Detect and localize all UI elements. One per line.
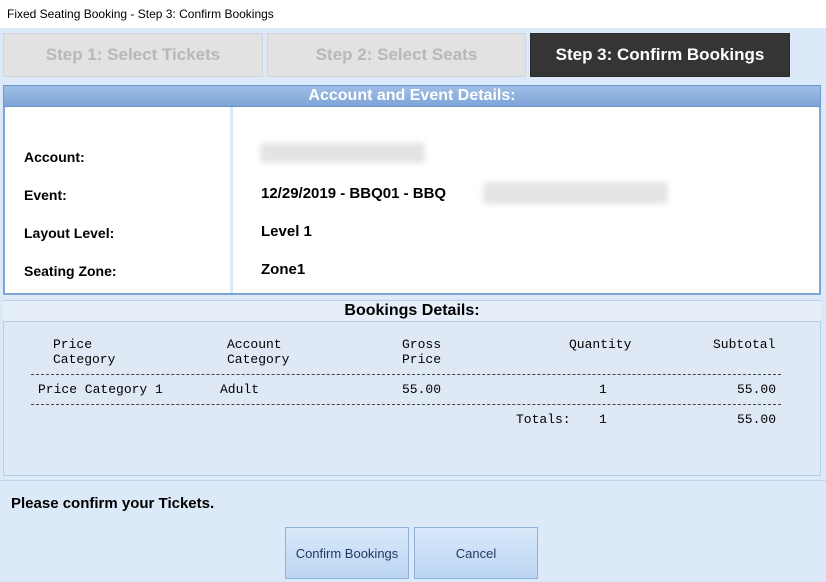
col-price-category-line1: Price bbox=[53, 337, 93, 352]
event-name-redacted bbox=[483, 182, 668, 204]
title-bar: Fixed Seating Booking - Step 3: Confirm … bbox=[0, 0, 826, 28]
bookings-details-panel: Price Category Account Category Gross Pr… bbox=[3, 322, 821, 476]
row-account-category: Adult bbox=[220, 382, 260, 397]
account-event-panel: Account: Event: Layout Level: Seating Zo… bbox=[3, 107, 821, 295]
col-gross-price-line2: Price bbox=[402, 352, 442, 367]
col-account-category-line2: Category bbox=[227, 352, 290, 367]
step-tabs: Step 1: Select Tickets Step 2: Select Se… bbox=[3, 31, 823, 77]
col-account-category-line1: Account bbox=[227, 337, 282, 352]
panel-divider bbox=[230, 107, 233, 293]
header-separator bbox=[31, 374, 781, 375]
totals-quantity: 1 bbox=[599, 412, 607, 427]
step-1-tab[interactable]: Step 1: Select Tickets bbox=[3, 33, 263, 77]
step-2-tab[interactable]: Step 2: Select Seats bbox=[267, 33, 526, 77]
account-event-header: Account and Event Details: bbox=[3, 85, 821, 107]
col-gross-price-line1: Gross bbox=[402, 337, 442, 352]
step-3-tab[interactable]: Step 3: Confirm Bookings bbox=[530, 33, 790, 77]
step-3-label: Step 3: Confirm Bookings bbox=[555, 45, 765, 64]
booking-window: Step 1: Select Tickets Step 2: Select Se… bbox=[0, 28, 826, 582]
cancel-label: Cancel bbox=[455, 545, 497, 561]
confirm-bookings-label: Confirm Bookings bbox=[295, 545, 399, 561]
col-subtotal: Subtotal bbox=[713, 337, 776, 352]
event-value: 12/29/2019 - BBQ01 - BBQ bbox=[261, 185, 447, 202]
col-quantity: Quantity bbox=[569, 337, 632, 352]
col-price-category-line2: Category bbox=[53, 352, 116, 367]
confirm-bookings-button[interactable]: Confirm Bookings bbox=[285, 527, 409, 579]
seating-zone-label: Seating Zone: bbox=[24, 263, 117, 279]
account-value-redacted bbox=[260, 143, 425, 163]
layout-level-value: Level 1 bbox=[261, 223, 312, 240]
cancel-button[interactable]: Cancel bbox=[414, 527, 538, 579]
seating-zone-value: Zone1 bbox=[261, 261, 306, 278]
bookings-details-header: Bookings Details: bbox=[3, 300, 821, 322]
totals-separator bbox=[31, 404, 781, 405]
window-title: Fixed Seating Booking - Step 3: Confirm … bbox=[7, 7, 274, 21]
row-quantity: 1 bbox=[599, 382, 607, 397]
step-1-label: Step 1: Select Tickets bbox=[45, 45, 221, 64]
totals-subtotal: 55.00 bbox=[737, 412, 777, 427]
event-label: Event: bbox=[24, 187, 67, 203]
layout-level-label: Layout Level: bbox=[24, 225, 115, 241]
step-2-label: Step 2: Select Seats bbox=[315, 45, 478, 64]
account-label: Account: bbox=[24, 149, 85, 165]
row-price-category: Price Category 1 bbox=[38, 382, 163, 397]
row-gross-price: 55.00 bbox=[402, 382, 442, 397]
row-subtotal: 55.00 bbox=[737, 382, 777, 397]
totals-label: Totals: bbox=[516, 412, 571, 427]
status-message: Please confirm your Tickets. bbox=[11, 495, 215, 512]
